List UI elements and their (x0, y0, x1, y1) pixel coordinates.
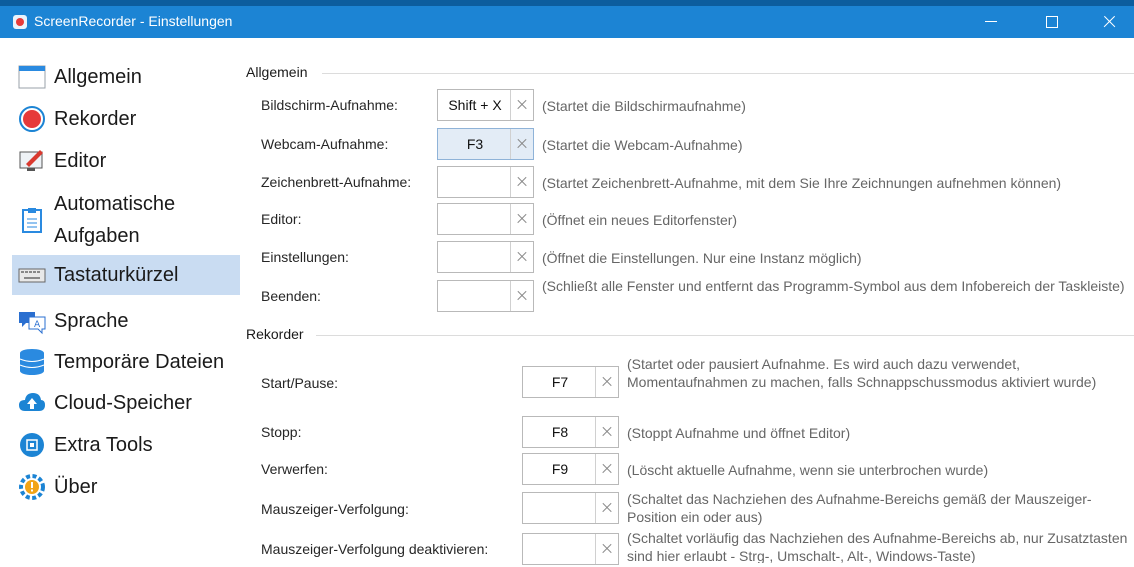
sidebar-item-rekorder[interactable]: Rekorder (12, 102, 240, 136)
sidebar-item-label: Cloud-Speicher (54, 392, 192, 414)
sidebar-item-label: Extra Tools (54, 434, 153, 456)
hotkey-field-mauszeiger-deaktivieren[interactable] (522, 533, 619, 565)
hotkey-description: (Startet Zeichenbrett-Aufnahme, mit dem … (542, 175, 1062, 191)
clear-hotkey-icon[interactable] (595, 367, 618, 397)
svg-text:A: A (34, 320, 41, 330)
clear-hotkey-icon[interactable] (510, 90, 533, 120)
hotkey-label: Webcam-Aufnahme: (261, 136, 389, 152)
hotkey-label: Einstellungen: (261, 249, 349, 265)
clipboard-icon (22, 208, 42, 233)
title-bar: ScreenRecorder - Einstellungen (0, 0, 1134, 38)
hotkey-description: (Stoppt Aufnahme und öffnet Editor) (627, 425, 851, 441)
sidebar-item-ueber[interactable]: Über (12, 470, 240, 504)
chip-icon (20, 433, 44, 457)
hotkey-description: (Schaltet vorläufig das Nachziehen des A… (627, 530, 1128, 563)
sidebar-item-extra-tools[interactable]: Extra Tools (12, 428, 240, 462)
record-icon (19, 106, 45, 132)
hotkey-description: (Öffnet die Einstellungen. Nur eine Inst… (542, 250, 862, 266)
hotkey-description: (Öffnet ein neues Editorfenster) (542, 212, 738, 228)
sidebar-item-label: Über (54, 476, 98, 498)
database-icon (19, 349, 45, 375)
clear-hotkey-icon[interactable] (510, 129, 533, 159)
hotkey-label: Mauszeiger-Verfolgung: (261, 501, 409, 517)
hotkey-value: F8 (551, 424, 569, 440)
info-gear-icon (19, 474, 45, 500)
sidebar-item-label: Allgemein (54, 66, 142, 88)
clear-hotkey-icon[interactable] (510, 242, 533, 272)
hotkey-label: Stopp: (261, 424, 302, 440)
settings-panel: Allgemein Bildschirm-Aufnahme: Shift + X… (240, 38, 1134, 567)
hotkey-field-mauszeiger-verfolgung[interactable] (522, 492, 619, 524)
section-title-allgemein: Allgemein (246, 64, 308, 80)
editor-icon (19, 150, 43, 171)
hotkey-field-editor[interactable] (437, 203, 534, 235)
hotkey-field-webcam[interactable]: F3 (437, 128, 534, 160)
clear-hotkey-icon[interactable] (510, 281, 533, 311)
hotkey-field-verwerfen[interactable]: F9 (522, 453, 619, 485)
window-icon (18, 65, 46, 89)
hotkey-field-zeichenbrett[interactable] (437, 166, 534, 198)
hotkey-value: Shift + X (448, 97, 502, 113)
maximize-button[interactable] (1028, 6, 1074, 38)
hotkey-field-einstellungen[interactable] (437, 241, 534, 273)
sidebar-item-label: Temporäre Dateien (54, 351, 225, 373)
clear-hotkey-icon[interactable] (510, 204, 533, 234)
clear-hotkey-icon[interactable] (595, 493, 618, 523)
close-button[interactable] (1086, 6, 1132, 38)
hotkey-label: Beenden: (261, 288, 321, 304)
hotkey-value: F9 (551, 461, 569, 477)
sidebar-item-label: Editor (54, 150, 107, 172)
minimize-button[interactable] (968, 6, 1014, 38)
sidebar-item-label: Sprache (54, 310, 129, 332)
hotkey-label: Editor: (261, 211, 302, 227)
sidebar-item-allgemein[interactable]: Allgemein (12, 60, 240, 94)
hotkey-value: F7 (551, 374, 569, 390)
sidebar-item-automatische-aufgaben[interactable]: Automatische Aufgaben (12, 186, 240, 254)
hotkey-field-bildschirm[interactable]: Shift + X (437, 89, 534, 121)
section-title-rekorder: Rekorder (246, 326, 304, 342)
hotkey-field-beenden[interactable] (437, 280, 534, 312)
hotkey-description: (Schaltet das Nachziehen des Aufnahme-Be… (627, 491, 1092, 525)
hotkey-field-start-pause[interactable]: F7 (522, 366, 619, 398)
hotkey-description: (Startet die Webcam-Aufnahme) (542, 137, 743, 153)
sidebar-item-label: Automatische Aufgaben (54, 193, 176, 247)
sidebar-item-temporaere-dateien[interactable]: Temporäre Dateien (12, 344, 240, 380)
hotkey-description: (Startet die Bildschirmaufnahme) (542, 98, 746, 114)
section-divider (316, 335, 1134, 336)
window-title: ScreenRecorder - Einstellungen (34, 13, 233, 29)
keyboard-icon (18, 268, 46, 283)
hotkey-description: (Schließt alle Fenster und entfernt das … (542, 278, 1125, 294)
clear-hotkey-icon[interactable] (510, 167, 533, 197)
language-icon: A (19, 312, 46, 335)
sidebar-item-label: Tastaturkürzel (54, 264, 179, 286)
section-divider (322, 73, 1134, 74)
sidebar-item-label: Rekorder (54, 108, 137, 130)
hotkey-label: Verwerfen: (261, 461, 328, 477)
hotkey-label: Bildschirm-Aufnahme: (261, 97, 398, 113)
sidebar-item-sprache[interactable]: A Sprache (12, 304, 240, 338)
sidebar: Allgemein Rekorder Editor Automatische A… (0, 38, 240, 567)
app-icon (13, 15, 27, 29)
sidebar-item-tastaturkuerzel[interactable]: Tastaturkürzel (12, 255, 240, 295)
hotkey-label: Mauszeiger-Verfolgung deaktivieren: (261, 541, 489, 557)
hotkey-description: (Startet oder pausiert Aufnahme. Es wird… (627, 356, 1097, 390)
clear-hotkey-icon[interactable] (595, 534, 618, 564)
hotkey-label: Start/Pause: (261, 375, 339, 391)
clear-hotkey-icon[interactable] (595, 417, 618, 447)
hotkey-label: Zeichenbrett-Aufnahme: (261, 174, 412, 190)
sidebar-item-cloud-speicher[interactable]: Cloud-Speicher (12, 386, 240, 420)
cloud-upload-icon (19, 393, 45, 411)
hotkey-value: F3 (466, 136, 484, 152)
hotkey-description: (Löscht aktuelle Aufnahme, wenn sie unte… (627, 462, 989, 478)
clear-hotkey-icon[interactable] (595, 454, 618, 484)
hotkey-field-stopp[interactable]: F8 (522, 416, 619, 448)
sidebar-item-editor[interactable]: Editor (12, 144, 240, 178)
